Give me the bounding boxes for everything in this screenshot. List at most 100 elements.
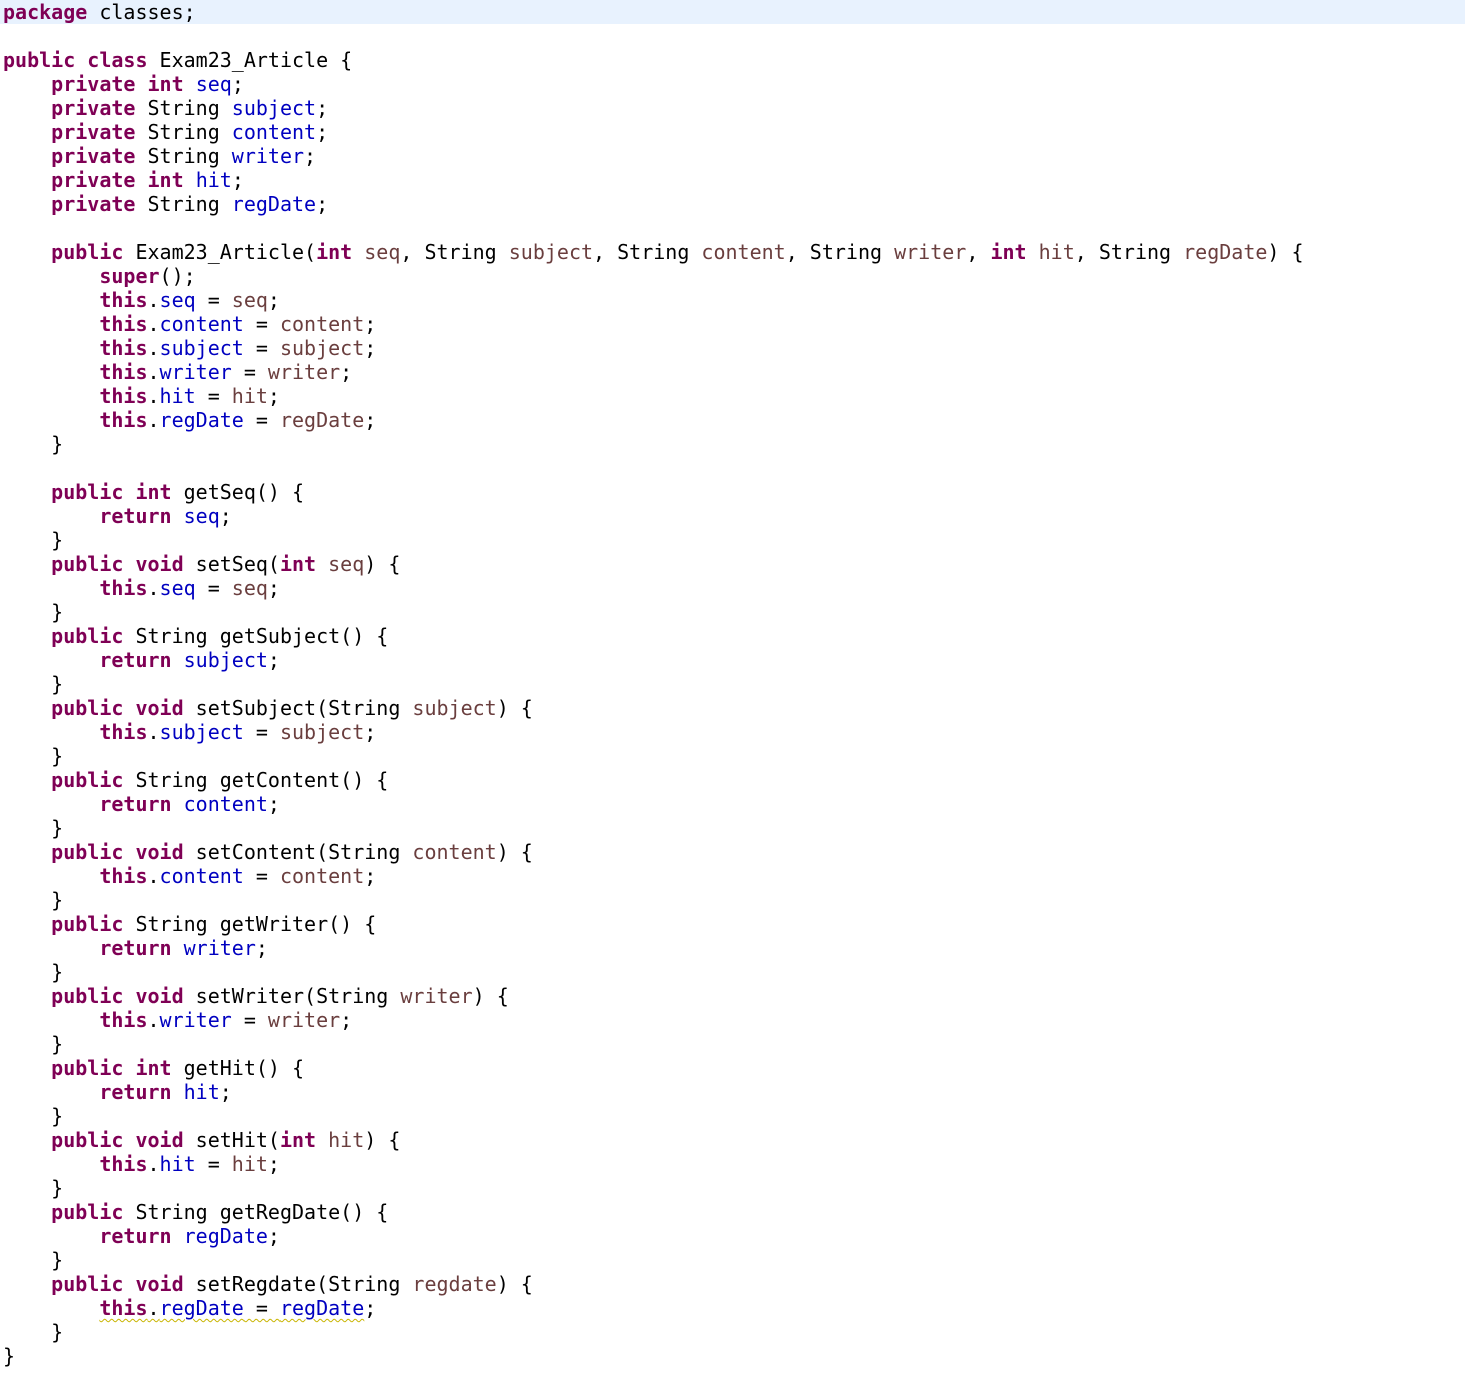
code-token: = — [243, 312, 280, 336]
code-line[interactable]: private String writer; — [0, 144, 1465, 168]
code-line[interactable]: this.seq = seq; — [0, 576, 1465, 600]
code-line[interactable]: public void setHit(int hit) { — [0, 1128, 1465, 1152]
code-line[interactable]: public int getSeq() { — [0, 480, 1465, 504]
code-token: ; — [316, 192, 329, 216]
keyword-token: private — [51, 144, 136, 168]
keyword-token: this — [99, 312, 148, 336]
code-line[interactable]: this.hit = hit; — [0, 1152, 1465, 1176]
keyword-token: public — [51, 1272, 124, 1296]
code-line[interactable]: this.regDate = regDate; — [0, 1296, 1465, 1320]
code-line[interactable]: return regDate; — [0, 1224, 1465, 1248]
code-token: = — [243, 720, 280, 744]
keyword-token: public — [51, 240, 124, 264]
code-token: } — [3, 1176, 64, 1200]
code-line[interactable]: } — [0, 1032, 1465, 1056]
code-line[interactable]: public String getContent() { — [0, 768, 1465, 792]
keyword-token: this — [99, 288, 148, 312]
code-line[interactable]: this.content = content; — [0, 864, 1465, 888]
code-line[interactable] — [0, 456, 1465, 480]
code-line[interactable]: } — [0, 672, 1465, 696]
field-token: regDate — [183, 1224, 268, 1248]
code-token: ; — [267, 576, 280, 600]
code-line[interactable]: } — [0, 528, 1465, 552]
code-line[interactable]: public void setContent(String content) { — [0, 840, 1465, 864]
parameter-token: hit — [328, 1128, 365, 1152]
code-line[interactable]: } — [0, 960, 1465, 984]
code-line[interactable]: return writer; — [0, 936, 1465, 960]
parameter-token: seq — [328, 552, 365, 576]
code-line[interactable]: this.subject = subject; — [0, 720, 1465, 744]
code-line[interactable]: } — [0, 600, 1465, 624]
code-line[interactable]: public void setSubject(String subject) { — [0, 696, 1465, 720]
code-line[interactable]: public class Exam23_Article { — [0, 48, 1465, 72]
code-line[interactable]: private String subject; — [0, 96, 1465, 120]
code-line[interactable]: } — [0, 1344, 1465, 1368]
code-line[interactable]: public Exam23_Article(int seq, String su… — [0, 240, 1465, 264]
code-token: ; — [340, 1008, 353, 1032]
code-line[interactable]: public void setSeq(int seq) { — [0, 552, 1465, 576]
code-line[interactable]: package classes; — [0, 0, 1465, 24]
code-token: ; — [267, 384, 280, 408]
code-line[interactable]: return seq; — [0, 504, 1465, 528]
code-line[interactable]: this.content = content; — [0, 312, 1465, 336]
code-line[interactable]: private int hit; — [0, 168, 1465, 192]
keyword-token: public — [3, 48, 76, 72]
code-token: String getWriter() { — [123, 912, 377, 936]
code-line[interactable]: private int seq; — [0, 72, 1465, 96]
keyword-token: this — [99, 864, 148, 888]
code-token: . — [147, 336, 160, 360]
code-line[interactable]: public void setRegdate(String regdate) { — [0, 1272, 1465, 1296]
code-line[interactable]: this.regDate = regDate; — [0, 408, 1465, 432]
code-line[interactable]: return content; — [0, 792, 1465, 816]
code-line[interactable]: } — [0, 432, 1465, 456]
code-line[interactable] — [0, 216, 1465, 240]
code-line[interactable]: return hit; — [0, 1080, 1465, 1104]
code-editor[interactable]: package classes; public class Exam23_Arti… — [0, 0, 1465, 1392]
code-line[interactable]: } — [0, 816, 1465, 840]
code-line[interactable]: public String getSubject() { — [0, 624, 1465, 648]
code-line[interactable]: public int getHit() { — [0, 1056, 1465, 1080]
code-line[interactable] — [0, 24, 1465, 48]
code-token: ; — [267, 288, 280, 312]
code-line[interactable]: public String getWriter() { — [0, 912, 1465, 936]
code-token: , String — [593, 240, 702, 264]
code-line[interactable]: } — [0, 1248, 1465, 1272]
code-line[interactable]: this.hit = hit; — [0, 384, 1465, 408]
code-token: setWriter(String — [183, 984, 401, 1008]
code-line[interactable]: this.subject = subject; — [0, 336, 1465, 360]
code-token: (); — [159, 264, 196, 288]
code-line[interactable]: private String content; — [0, 120, 1465, 144]
code-line[interactable]: } — [0, 1176, 1465, 1200]
parameter-token: hit — [1038, 240, 1075, 264]
code-line[interactable]: this.writer = writer; — [0, 1008, 1465, 1032]
keyword-token: void — [135, 840, 184, 864]
code-line[interactable]: super(); — [0, 264, 1465, 288]
code-token: setSubject(String — [183, 696, 413, 720]
code-line[interactable]: } — [0, 1320, 1465, 1344]
code-token: = — [243, 1296, 280, 1320]
code-line[interactable]: this.seq = seq; — [0, 288, 1465, 312]
keyword-token: package — [3, 0, 88, 24]
code-line[interactable]: public void setWriter(String writer) { — [0, 984, 1465, 1008]
code-line[interactable]: this.writer = writer; — [0, 360, 1465, 384]
code-token: = — [243, 408, 280, 432]
code-line[interactable]: } — [0, 888, 1465, 912]
code-line[interactable]: return subject; — [0, 648, 1465, 672]
code-line[interactable]: private String regDate; — [0, 192, 1465, 216]
parameter-token: regDate — [279, 408, 365, 432]
code-line[interactable]: public String getRegDate() { — [0, 1200, 1465, 1224]
code-line[interactable]: } — [0, 1104, 1465, 1128]
code-line[interactable]: } — [0, 744, 1465, 768]
field-token: subject — [183, 648, 268, 672]
